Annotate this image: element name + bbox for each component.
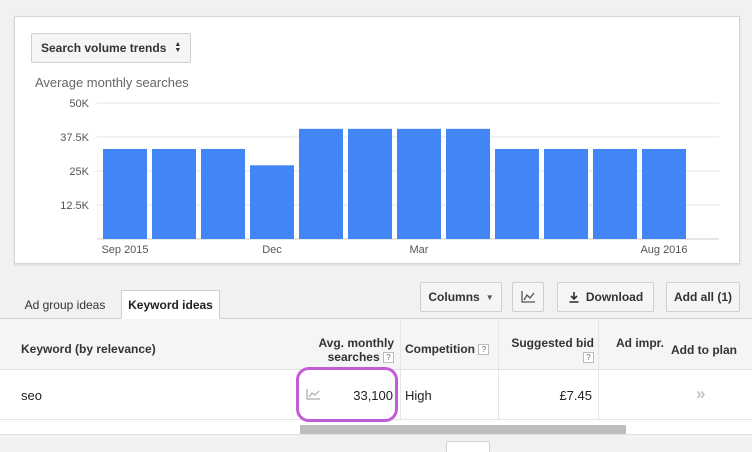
help-icon[interactable]: ? [478,344,490,356]
columns-button[interactable]: Columns ▼ [420,282,502,312]
chart-bar [299,128,343,239]
trend-panel: Search volume trends ▲ ▼ Average monthly … [14,16,740,264]
chart-bar [593,148,637,239]
header-competition-label: Competition [405,342,475,356]
x-tick-label: Aug 2016 [640,244,687,256]
y-tick-label: 37.5K [60,132,89,144]
chart-bar [446,128,490,239]
table-footer [0,434,752,452]
tab-bar: Ad group ideas Keyword ideas Columns ▼ D… [0,282,752,319]
add-all-button[interactable]: Add all (1) [666,282,740,312]
chart-bar [250,165,294,239]
add-all-label: Add all (1) [673,290,732,304]
x-tick-label: Sep 2015 [101,244,148,256]
tab-ad-group-ideas[interactable]: Ad group ideas [13,290,117,319]
chart-bar [103,148,147,239]
help-icon[interactable]: ? [583,352,594,364]
suggested-bid-cell: £7.45 [559,388,592,403]
chart-bar [642,148,686,239]
header-bid-label: Suggested bid [511,336,594,350]
header-suggested-bid[interactable]: Suggested bid ? [500,337,594,364]
chart-bar [152,148,196,239]
chart-bar [348,128,392,239]
header-avg-line2: searches [327,350,380,364]
competition-cell: High [405,388,432,403]
chart-bar [201,148,245,239]
chevron-down-icon: ▼ [485,292,494,302]
chart-bar [544,148,588,239]
header-ad-impr[interactable]: Ad impr. [616,337,664,350]
chart-bar [495,148,539,239]
header-avg-searches[interactable]: Avg. monthly searches ? [300,337,394,364]
scrollbar-thumb[interactable] [300,425,626,434]
columns-label: Columns [428,290,480,304]
line-chart-icon [521,291,535,303]
header-avg-line1: Avg. monthly [318,336,394,350]
header-keyword[interactable]: Keyword (by relevance) [21,343,156,356]
x-tick-label: Dec [262,244,282,256]
chart-bar [397,128,441,239]
add-to-plan-icon[interactable]: » [696,384,705,404]
header-add-to-plan: Add to plan [671,343,737,357]
download-icon [569,292,579,303]
y-tick-label: 12.5K [60,200,89,212]
download-label: Download [585,290,644,304]
tab-keyword-ideas[interactable]: Keyword ideas [121,290,220,319]
page-size-select[interactable] [446,441,490,452]
y-tick-label: 25K [69,166,89,178]
keyword-cell[interactable]: seo [21,388,42,403]
x-tick-label: Mar [410,244,429,256]
keyword-table: Keyword (by relevance) Avg. monthly sear… [0,318,752,452]
horizontal-scrollbar[interactable] [300,425,626,434]
header-competition[interactable]: Competition ? [405,342,490,356]
download-button[interactable]: Download [557,282,654,312]
show-trends-button[interactable] [512,282,544,312]
table-header: Keyword (by relevance) Avg. monthly sear… [0,319,752,370]
monthly-searches-chart: 12.5K 25K 37.5K 50K Sep 2015 Dec Mar Aug 2016 [60,98,719,256]
highlight-annotation [296,367,398,422]
y-tick-label: 50K [69,98,89,110]
help-icon[interactable]: ? [383,352,394,364]
